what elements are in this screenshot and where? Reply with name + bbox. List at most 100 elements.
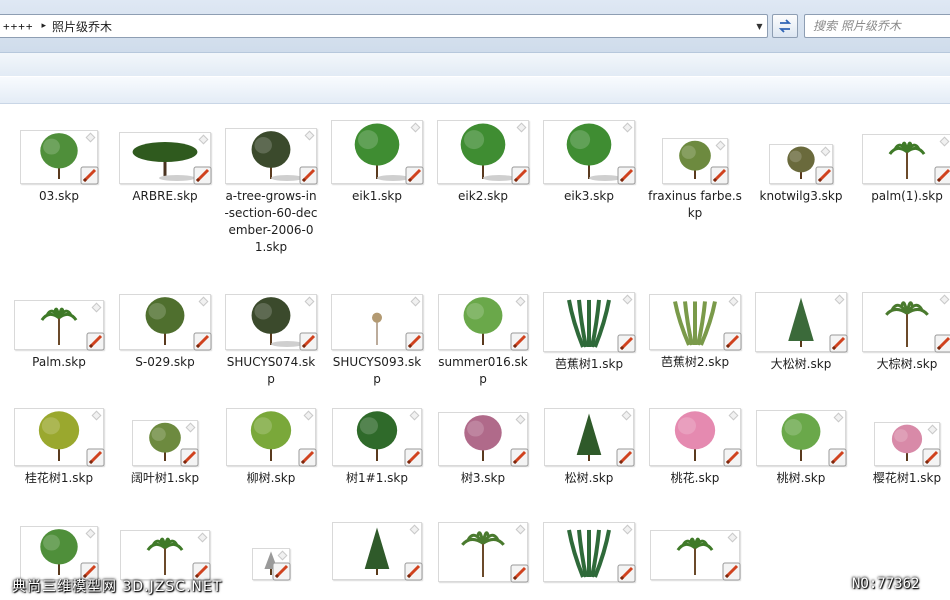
file-item[interactable] bbox=[116, 530, 214, 581]
file-thumbnail[interactable] bbox=[132, 420, 199, 467]
file-thumbnail[interactable] bbox=[662, 138, 729, 185]
file-name[interactable]: eik1.skp bbox=[328, 188, 426, 205]
file-item[interactable]: a-tree-grows-in-section-60-december-2006… bbox=[222, 128, 320, 256]
file-thumbnail[interactable] bbox=[119, 294, 212, 351]
file-item[interactable]: summer016.skp bbox=[434, 294, 532, 388]
breadcrumb-current-folder[interactable]: 照片级乔木 bbox=[52, 18, 112, 35]
file-name[interactable]: SHUCYS093.skp bbox=[328, 354, 426, 388]
file-item[interactable] bbox=[434, 522, 532, 583]
file-item[interactable]: 芭蕉树2.skp bbox=[646, 294, 744, 371]
file-item[interactable]: eik3.skp bbox=[540, 120, 638, 205]
file-item[interactable]: 阔叶树1.skp bbox=[116, 420, 214, 487]
file-item[interactable]: 樱花树1.skp bbox=[858, 422, 950, 487]
file-thumbnail[interactable] bbox=[543, 292, 636, 353]
file-thumbnail[interactable] bbox=[226, 408, 317, 467]
file-item[interactable]: 树3.skp bbox=[434, 412, 532, 487]
file-item[interactable]: fraxinus farbe.skp bbox=[646, 138, 744, 222]
file-name[interactable]: 桃花.skp bbox=[646, 470, 744, 487]
file-name[interactable]: 大棕树.skp bbox=[858, 356, 950, 373]
file-item[interactable]: SHUCYS093.skp bbox=[328, 294, 426, 388]
file-item[interactable]: 桃花.skp bbox=[646, 408, 744, 487]
file-name[interactable]: fraxinus farbe.skp bbox=[646, 188, 744, 222]
file-item[interactable]: ARBRE.skp bbox=[116, 132, 214, 205]
file-thumbnail[interactable] bbox=[225, 128, 318, 185]
file-name[interactable]: 阔叶树1.skp bbox=[116, 470, 214, 487]
file-name[interactable]: 樱花树1.skp bbox=[858, 470, 950, 487]
file-thumbnail[interactable] bbox=[332, 408, 423, 467]
file-thumbnail[interactable] bbox=[119, 132, 212, 185]
file-thumbnail[interactable] bbox=[650, 530, 741, 581]
file-item[interactable]: 芭蕉树1.skp bbox=[540, 292, 638, 373]
file-item[interactable]: eik2.skp bbox=[434, 120, 532, 205]
file-name[interactable]: palm(1).skp bbox=[858, 188, 950, 205]
file-thumbnail[interactable] bbox=[14, 300, 105, 351]
file-item[interactable]: palm(1).skp bbox=[858, 134, 950, 205]
refresh-button[interactable] bbox=[772, 14, 798, 38]
file-name[interactable]: summer016.skp bbox=[434, 354, 532, 388]
file-name[interactable]: 柳树.skp bbox=[222, 470, 320, 487]
file-thumbnail[interactable] bbox=[225, 294, 318, 351]
file-name[interactable]: 桃树.skp bbox=[752, 470, 850, 487]
file-thumbnail[interactable] bbox=[649, 294, 742, 351]
file-name[interactable]: a-tree-grows-in-section-60-december-2006… bbox=[222, 188, 320, 256]
file-name[interactable]: 芭蕉树2.skp bbox=[646, 354, 744, 371]
file-item[interactable] bbox=[540, 522, 638, 583]
file-thumbnail[interactable] bbox=[120, 530, 211, 581]
file-thumbnail[interactable] bbox=[14, 408, 105, 467]
file-item[interactable]: knotwilg3.skp bbox=[752, 144, 850, 205]
file-name[interactable]: 桂花树1.skp bbox=[10, 470, 108, 487]
file-name[interactable]: 松树.skp bbox=[540, 470, 638, 487]
file-thumbnail[interactable] bbox=[438, 522, 529, 583]
file-name[interactable]: S-029.skp bbox=[116, 354, 214, 371]
file-thumbnail[interactable] bbox=[332, 522, 423, 581]
search-input[interactable]: 搜索 照片级乔木 bbox=[804, 14, 950, 38]
file-item[interactable]: Palm.skp bbox=[10, 300, 108, 371]
file-name[interactable]: eik2.skp bbox=[434, 188, 532, 205]
file-item[interactable] bbox=[328, 522, 426, 581]
file-thumbnail[interactable] bbox=[543, 522, 636, 583]
file-item[interactable]: 桂花树1.skp bbox=[10, 408, 108, 487]
file-name[interactable]: 树3.skp bbox=[434, 470, 532, 487]
file-thumbnail[interactable] bbox=[544, 408, 635, 467]
file-thumbnail[interactable] bbox=[252, 548, 291, 581]
file-thumbnail[interactable] bbox=[874, 422, 941, 467]
file-thumbnail[interactable] bbox=[331, 294, 424, 351]
file-item[interactable] bbox=[646, 530, 744, 581]
file-name[interactable]: SHUCYS074.skp bbox=[222, 354, 320, 388]
file-item[interactable]: 柳树.skp bbox=[222, 408, 320, 487]
file-thumbnail[interactable] bbox=[649, 408, 742, 467]
address-bar[interactable]: ++++ ▸ 照片级乔木 ▼ bbox=[0, 14, 768, 38]
file-name[interactable]: knotwilg3.skp bbox=[752, 188, 850, 205]
file-thumbnail[interactable] bbox=[769, 144, 834, 185]
file-thumbnail[interactable] bbox=[756, 410, 847, 467]
file-thumbnail[interactable] bbox=[438, 412, 529, 467]
file-name[interactable]: ARBRE.skp bbox=[116, 188, 214, 205]
file-name[interactable]: 大松树.skp bbox=[752, 356, 850, 373]
file-item[interactable]: 松树.skp bbox=[540, 408, 638, 487]
file-name[interactable]: 03.skp bbox=[10, 188, 108, 205]
file-name[interactable]: eik3.skp bbox=[540, 188, 638, 205]
file-item[interactable]: 大棕树.skp bbox=[858, 292, 950, 373]
file-thumbnail[interactable] bbox=[862, 134, 950, 185]
file-item[interactable]: 树1#1.skp bbox=[328, 408, 426, 487]
file-item[interactable]: S-029.skp bbox=[116, 294, 214, 371]
file-item[interactable] bbox=[222, 548, 320, 581]
address-dropdown-icon[interactable]: ▼ bbox=[751, 15, 767, 37]
file-thumbnail[interactable] bbox=[438, 294, 529, 351]
file-item[interactable]: eik1.skp bbox=[328, 120, 426, 205]
breadcrumb-arrow-icon[interactable]: ▸ bbox=[42, 21, 47, 31]
file-thumbnail[interactable] bbox=[20, 526, 99, 581]
file-thumbnail[interactable] bbox=[437, 120, 530, 185]
file-item[interactable] bbox=[10, 526, 108, 581]
file-name[interactable]: 芭蕉树1.skp bbox=[540, 356, 638, 373]
file-thumbnail[interactable] bbox=[331, 120, 424, 185]
file-thumbnail[interactable] bbox=[862, 292, 950, 353]
file-name[interactable]: 树1#1.skp bbox=[328, 470, 426, 487]
file-item[interactable]: 大松树.skp bbox=[752, 292, 850, 373]
file-item[interactable]: SHUCYS074.skp bbox=[222, 294, 320, 388]
file-thumbnail[interactable] bbox=[755, 292, 848, 353]
file-item[interactable]: 桃树.skp bbox=[752, 410, 850, 487]
file-item[interactable]: 03.skp bbox=[10, 130, 108, 205]
file-thumbnail[interactable] bbox=[20, 130, 99, 185]
file-name[interactable]: Palm.skp bbox=[10, 354, 108, 371]
